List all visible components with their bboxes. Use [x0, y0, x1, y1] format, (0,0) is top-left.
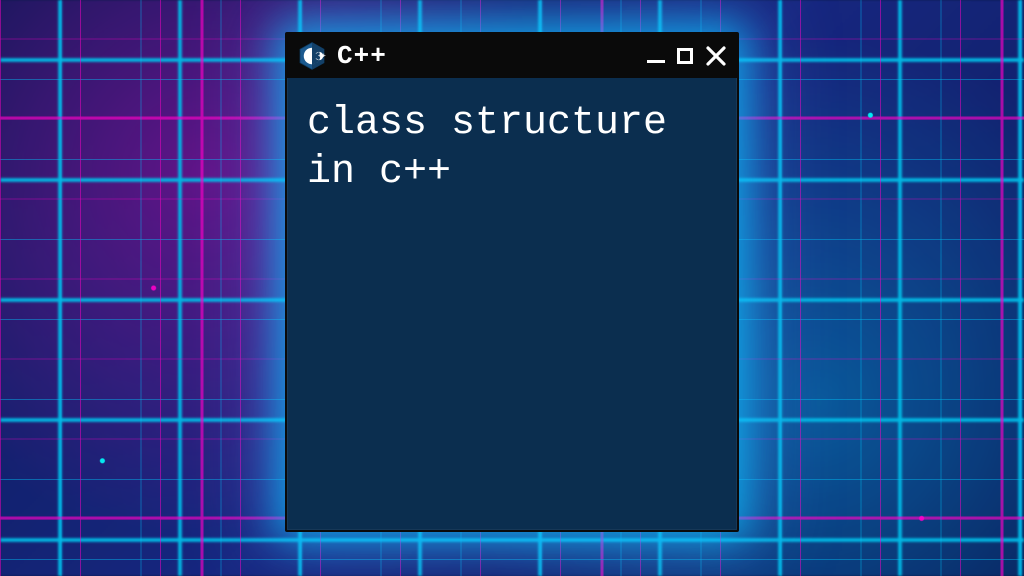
minimize-icon — [647, 60, 665, 63]
code-window: + + C++ class structure in c++ — [285, 32, 739, 532]
window-controls — [647, 45, 727, 67]
window-title: C++ — [337, 41, 637, 71]
close-icon — [705, 45, 727, 67]
maximize-icon — [677, 48, 693, 64]
close-button[interactable] — [705, 45, 727, 67]
editor-content[interactable]: class structure in c++ — [287, 78, 737, 220]
svg-text:+: + — [322, 53, 326, 60]
minimize-button[interactable] — [647, 50, 665, 63]
cpp-icon: + + — [297, 41, 327, 71]
maximize-button[interactable] — [677, 48, 693, 64]
titlebar[interactable]: + + C++ — [287, 34, 737, 78]
